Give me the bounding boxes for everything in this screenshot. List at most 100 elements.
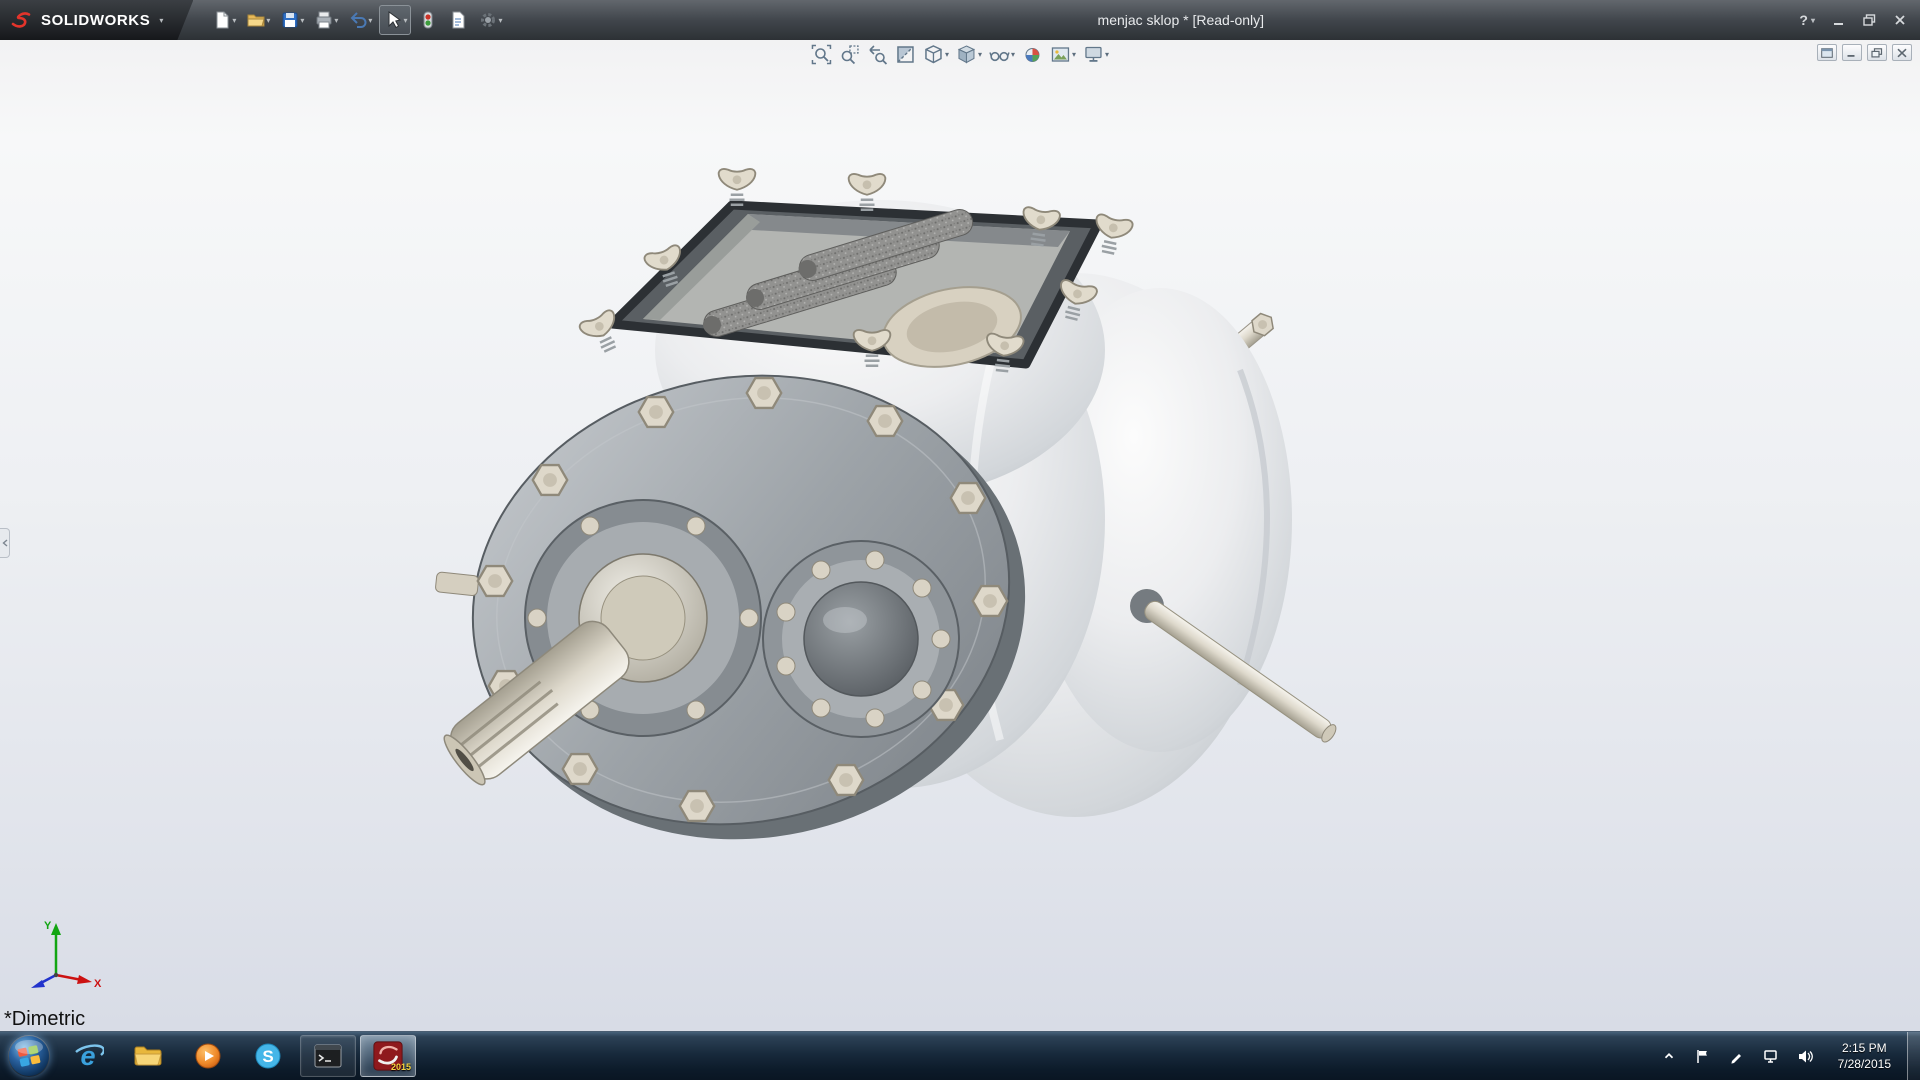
desktop-screen: SOLIDWORKS ▾ ▾ ▾	[0, 0, 1920, 1080]
chevron-left-icon	[2, 539, 8, 547]
triad-y-label: Y	[44, 920, 52, 932]
new-document-icon	[212, 10, 232, 30]
select-dropdown[interactable]: ▾	[403, 16, 407, 25]
display-style-button[interactable]: ▾	[956, 44, 982, 65]
triad-x-label: X	[94, 978, 102, 990]
close-icon	[1894, 14, 1906, 26]
document-window-menu-button[interactable]	[1817, 44, 1837, 61]
hide-show-items-button[interactable]: ▾	[989, 44, 1015, 65]
view-settings-button[interactable]: ▾	[1083, 44, 1109, 65]
windows-start-orb-icon	[8, 1035, 50, 1077]
menu-chevron-icon[interactable]: ▾	[159, 16, 163, 25]
restore-icon	[1863, 14, 1876, 26]
view-orientation-dropdown[interactable]: ▾	[945, 50, 949, 59]
display-style-dropdown[interactable]: ▾	[978, 50, 982, 59]
zoom-to-fit-button[interactable]	[811, 44, 832, 65]
taskbar-command-prompt[interactable]	[300, 1035, 356, 1077]
section-view-button[interactable]	[895, 44, 916, 65]
help-button[interactable]: ? ▾	[1799, 12, 1815, 28]
clock-time: 2:15 PM	[1838, 1040, 1891, 1056]
options-gear-icon	[478, 10, 498, 30]
view-orientation-button[interactable]: ▾	[923, 44, 949, 65]
previous-view-icon	[867, 44, 888, 65]
show-desktop-button[interactable]	[1907, 1032, 1920, 1080]
hide-show-glasses-icon	[989, 44, 1010, 65]
start-button[interactable]	[8, 1035, 50, 1077]
zoom-to-area-button[interactable]	[839, 44, 860, 65]
taskbar-windows-explorer[interactable]	[120, 1035, 176, 1077]
edit-appearance-button[interactable]	[1022, 44, 1043, 65]
view-orientation-label: *Dimetric	[4, 1008, 85, 1031]
document-minimize-icon	[1846, 48, 1858, 58]
open-folder-icon	[246, 10, 266, 30]
options-button[interactable]: ▾	[475, 5, 505, 35]
open-button[interactable]: ▾	[243, 5, 273, 35]
apply-scene-dropdown[interactable]: ▾	[1072, 50, 1076, 59]
display-style-cube-icon	[956, 44, 977, 65]
document-window-controls	[1817, 44, 1912, 61]
close-button[interactable]	[1894, 14, 1906, 26]
open-dropdown[interactable]: ▾	[266, 16, 270, 25]
select-tool-button[interactable]: ▾	[379, 5, 411, 35]
taskbar-clock[interactable]: 2:15 PM 7/28/2015	[1828, 1040, 1901, 1072]
rebuild-button[interactable]	[415, 5, 441, 35]
new-dropdown[interactable]: ▾	[232, 16, 236, 25]
help-dropdown[interactable]: ▾	[1811, 16, 1815, 25]
restore-button[interactable]	[1863, 14, 1876, 26]
undo-dropdown[interactable]: ▾	[368, 16, 372, 25]
gearbox-3d-model[interactable]	[0, 40, 1920, 1031]
titlebar: SOLIDWORKS ▾ ▾ ▾	[0, 0, 1920, 40]
save-button[interactable]: ▾	[277, 5, 307, 35]
view-settings-monitor-icon	[1083, 44, 1104, 65]
taskbar-internet-explorer[interactable]: e	[60, 1035, 116, 1077]
save-dropdown[interactable]: ▾	[300, 16, 304, 25]
file-properties-button[interactable]	[445, 5, 471, 35]
pen-input-button[interactable]	[1726, 1041, 1748, 1071]
internet-explorer-icon: e	[72, 1040, 104, 1072]
rebuild-stoplight-icon	[418, 10, 438, 30]
document-restore-icon	[1871, 48, 1883, 58]
skype-icon: S	[253, 1041, 283, 1071]
pen-input-icon	[1729, 1049, 1744, 1064]
document-minimize-button[interactable]	[1842, 44, 1862, 61]
taskbar-media-player[interactable]	[180, 1035, 236, 1077]
document-window-icon	[1821, 48, 1833, 58]
taskbar-skype[interactable]: S	[240, 1035, 296, 1077]
apply-scene-photo-icon	[1050, 44, 1071, 65]
print-dropdown[interactable]: ▾	[334, 16, 338, 25]
show-hidden-icons-button[interactable]	[1658, 1041, 1680, 1071]
options-dropdown[interactable]: ▾	[498, 16, 502, 25]
graphics-area[interactable]: ▾ ▾ ▾	[0, 40, 1920, 1031]
document-close-button[interactable]	[1892, 44, 1912, 61]
window-controls: ? ▾	[1799, 12, 1920, 28]
document-close-icon	[1896, 48, 1908, 58]
titlebar-toolbar: ▾ ▾ ▾	[209, 5, 505, 35]
network-status-button[interactable]	[1760, 1041, 1782, 1071]
view-settings-dropdown[interactable]: ▾	[1105, 50, 1109, 59]
orientation-triad: Y X	[14, 913, 104, 993]
minimize-button[interactable]	[1833, 14, 1845, 26]
save-floppy-icon	[280, 10, 300, 30]
print-icon	[314, 10, 334, 30]
action-center-button[interactable]	[1692, 1041, 1714, 1071]
hide-show-dropdown[interactable]: ▾	[1011, 50, 1015, 59]
new-document-button[interactable]: ▾	[209, 5, 239, 35]
previous-view-button[interactable]	[867, 44, 888, 65]
volume-icon	[1797, 1048, 1813, 1064]
solidworks-menu[interactable]: SOLIDWORKS ▾	[0, 0, 193, 40]
solidworks-version-badge: 2015	[391, 1062, 411, 1072]
undo-arrow-icon	[348, 10, 368, 30]
file-properties-icon	[448, 10, 468, 30]
print-button[interactable]: ▾	[311, 5, 341, 35]
taskbar-solidworks-2015[interactable]: 2015	[360, 1035, 416, 1077]
network-icon	[1763, 1048, 1779, 1064]
taskbar: e	[0, 1031, 1920, 1080]
clock-date: 7/28/2015	[1838, 1056, 1891, 1072]
apply-scene-button[interactable]: ▾	[1050, 44, 1076, 65]
document-restore-button[interactable]	[1867, 44, 1887, 61]
volume-button[interactable]	[1794, 1041, 1816, 1071]
panel-collapse-arrow[interactable]	[0, 528, 10, 558]
section-view-icon	[895, 44, 916, 65]
undo-button[interactable]: ▾	[345, 5, 375, 35]
app-brand: SOLIDWORKS	[41, 12, 150, 29]
